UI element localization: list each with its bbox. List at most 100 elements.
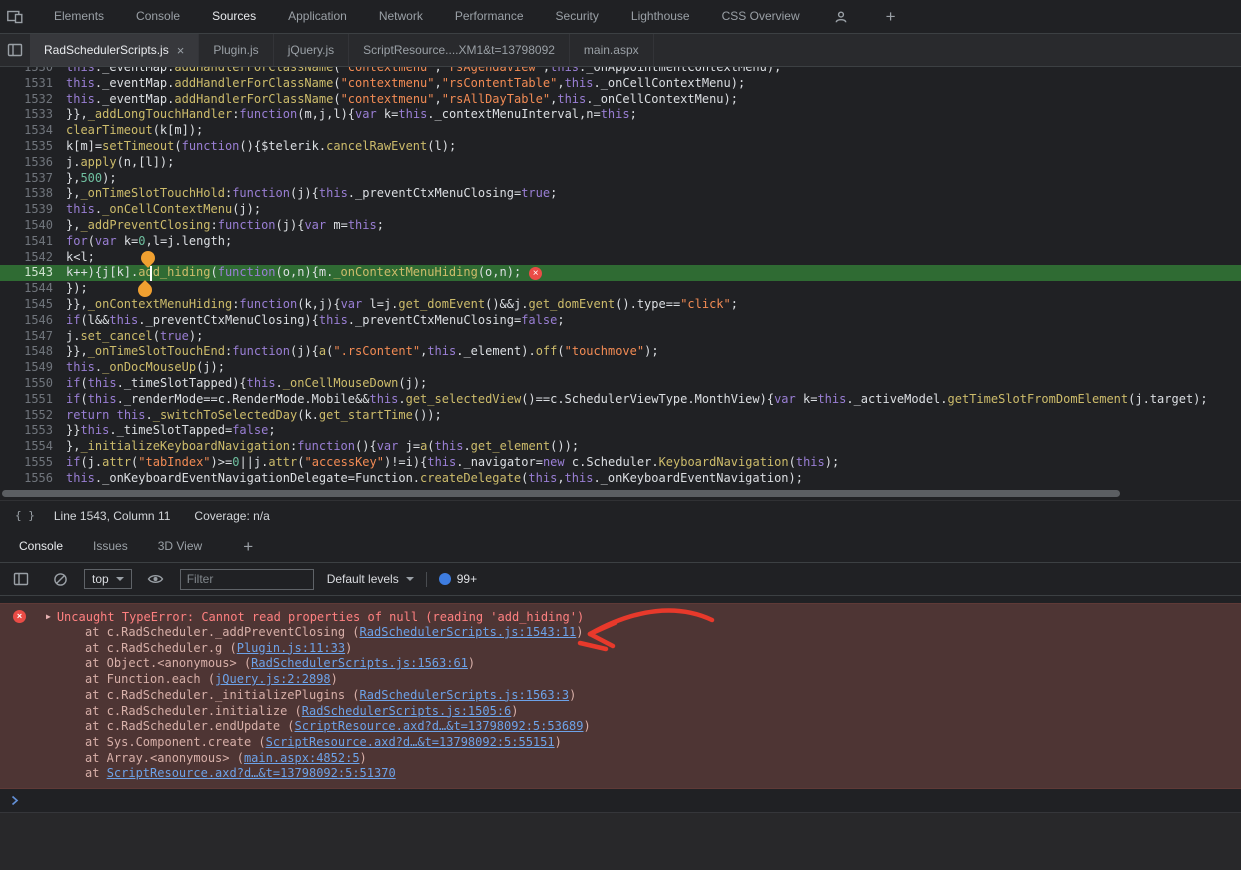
file-tab-scriptresource-xm1-t-13798092[interactable]: ScriptResource....XM1&t=13798092 <box>349 34 570 66</box>
file-tab-main-aspx[interactable]: main.aspx <box>570 34 654 66</box>
code-text[interactable]: this._onKeyboardEventNavigationDelegate=… <box>66 471 803 487</box>
console-prompt[interactable] <box>0 789 1241 813</box>
console-filter-input[interactable] <box>180 569 314 590</box>
line-number[interactable]: 1552 <box>0 408 66 424</box>
drawer-tab-issues[interactable]: Issues <box>78 530 143 562</box>
stack-link[interactable]: jQuery.js:2:2898 <box>215 672 331 686</box>
profile-button[interactable] <box>826 3 856 31</box>
drawer-tab-console[interactable]: Console <box>4 530 78 562</box>
line-number[interactable]: 1536 <box>0 155 66 171</box>
line-number[interactable]: 1553 <box>0 423 66 439</box>
code-text[interactable]: }); <box>66 281 88 297</box>
line-number[interactable]: 1538 <box>0 186 66 202</box>
tab-sources[interactable]: Sources <box>196 0 272 33</box>
line-number[interactable]: 1543 <box>0 265 66 281</box>
message-count-badge[interactable]: 99+ <box>439 572 477 586</box>
tab-performance[interactable]: Performance <box>439 0 540 33</box>
line-number[interactable]: 1541 <box>0 234 66 250</box>
tab-lighthouse[interactable]: Lighthouse <box>615 0 706 33</box>
code-text[interactable]: if(l&&this._preventCtxMenuClosing){this.… <box>66 313 565 329</box>
add-drawer-tab-icon[interactable]: + <box>235 538 261 555</box>
code-text[interactable]: this._eventMap.addHandlerForClassName("c… <box>66 67 781 76</box>
code-text[interactable]: },_addPreventClosing:function(j){var m=t… <box>66 218 384 234</box>
tab-network[interactable]: Network <box>363 0 439 33</box>
stack-link[interactable]: RadSchedulerScripts.js:1563:61 <box>251 656 468 670</box>
line-number[interactable]: 1547 <box>0 329 66 345</box>
stack-link[interactable]: RadSchedulerScripts.js:1563:3 <box>360 688 570 702</box>
line-number[interactable]: 1533 <box>0 107 66 123</box>
code-text[interactable]: },_onTimeSlotTouchHold:function(j){this.… <box>66 186 557 202</box>
code-text[interactable]: j.apply(n,[l]); <box>66 155 174 171</box>
tab-application[interactable]: Application <box>272 0 363 33</box>
clear-console-button[interactable] <box>45 565 75 593</box>
code-text[interactable]: k++){j[k].add_hiding(function(o,n){m._on… <box>66 265 521 281</box>
line-number[interactable]: 1551 <box>0 392 66 408</box>
stack-link[interactable]: main.aspx:4852:5 <box>244 751 360 765</box>
javascript-context-selector[interactable]: top <box>84 569 132 589</box>
stack-link[interactable]: RadSchedulerScripts.js:1505:6 <box>302 704 512 718</box>
line-number[interactable]: 1540 <box>0 218 66 234</box>
line-number[interactable]: 1546 <box>0 313 66 329</box>
line-number[interactable]: 1554 <box>0 439 66 455</box>
pretty-print-button[interactable]: { } <box>8 506 42 525</box>
log-levels-dropdown[interactable]: Default levels <box>327 572 414 586</box>
line-number[interactable]: 1555 <box>0 455 66 471</box>
code-text[interactable]: },_initializeKeyboardNavigation:function… <box>66 439 579 455</box>
stack-link[interactable]: RadSchedulerScripts.js:1543:11 <box>360 625 577 639</box>
line-number[interactable]: 1550 <box>0 376 66 392</box>
stack-link[interactable]: ScriptResource.axd?d…&t=13798092:5:55151 <box>266 735 555 749</box>
stack-link[interactable]: Plugin.js:11:33 <box>237 641 345 655</box>
code-text[interactable]: }},_onTimeSlotTouchEnd:function(j){a(".r… <box>66 344 659 360</box>
code-text[interactable]: }},_onContextMenuHiding:function(k,j){va… <box>66 297 738 313</box>
code-text[interactable]: return this._switchToSelectedDay(k.get_s… <box>66 408 442 424</box>
code-text[interactable]: if(j.attr("tabIndex")>=0||j.attr("access… <box>66 455 839 471</box>
file-tab-jquery-js[interactable]: jQuery.js <box>274 34 349 66</box>
code-text[interactable]: if(this._timeSlotTapped){this._onCellMou… <box>66 376 427 392</box>
console-sidebar-toggle-button[interactable] <box>6 565 36 593</box>
line-number[interactable]: 1530 <box>0 67 66 76</box>
drawer-tab-3d-view[interactable]: 3D View <box>143 530 217 562</box>
horizontal-scrollbar-thumb[interactable] <box>2 490 1120 497</box>
stack-frame: at c.RadScheduler.initialize (RadSchedul… <box>0 704 1241 720</box>
line-number[interactable]: 1542 <box>0 250 66 266</box>
code-text[interactable]: }},_addLongTouchHandler:function(m,j,l){… <box>66 107 637 123</box>
line-number[interactable]: 1544 <box>0 281 66 297</box>
stack-link[interactable]: ScriptResource.axd?d…&t=13798092:5:51370 <box>107 766 396 780</box>
tab-security[interactable]: Security <box>540 0 615 33</box>
code-text[interactable]: k[m]=setTimeout(function(){$telerik.canc… <box>66 139 456 155</box>
stack-link[interactable]: ScriptResource.axd?d…&t=13798092:5:53689 <box>295 719 584 733</box>
add-panel-icon[interactable]: + <box>878 8 904 25</box>
code-text[interactable]: this._onDocMouseUp(j); <box>66 360 225 376</box>
tab-css-overview[interactable]: CSS Overview <box>706 0 816 33</box>
file-tab-plugin-js[interactable]: Plugin.js <box>199 34 273 66</box>
line-number[interactable]: 1549 <box>0 360 66 376</box>
code-text[interactable]: }}this._timeSlotTapped=false; <box>66 423 276 439</box>
live-expression-button[interactable] <box>141 565 171 593</box>
code-text[interactable]: this._eventMap.addHandlerForClassName("c… <box>66 76 745 92</box>
tab-console[interactable]: Console <box>120 0 196 33</box>
line-number[interactable]: 1556 <box>0 471 66 487</box>
line-number[interactable]: 1548 <box>0 344 66 360</box>
code-text[interactable]: j.set_cancel(true); <box>66 329 203 345</box>
code-text[interactable]: clearTimeout(k[m]); <box>66 123 203 139</box>
code-text[interactable]: this._onCellContextMenu(j); <box>66 202 261 218</box>
tab-elements[interactable]: Elements <box>38 0 120 33</box>
code-text[interactable]: for(var k=0,l=j.length; <box>66 234 232 250</box>
device-toolbar-button[interactable] <box>0 3 30 31</box>
line-number[interactable]: 1545 <box>0 297 66 313</box>
line-number[interactable]: 1532 <box>0 92 66 108</box>
code-text[interactable]: },500); <box>66 171 117 187</box>
line-number[interactable]: 1539 <box>0 202 66 218</box>
code-text[interactable]: if(this._renderMode==c.RenderMode.Mobile… <box>66 392 1208 408</box>
code-text[interactable]: this._eventMap.addHandlerForClassName("c… <box>66 92 738 108</box>
navigator-toggle-button[interactable] <box>0 34 30 66</box>
disclosure-triangle-icon[interactable]: ▶ <box>46 612 51 621</box>
source-editor[interactable]: 1530this._eventMap.addHandlerForClassNam… <box>0 67 1241 500</box>
line-number[interactable]: 1531 <box>0 76 66 92</box>
line-number[interactable]: 1534 <box>0 123 66 139</box>
code-text[interactable]: k<l; <box>66 250 95 266</box>
line-number[interactable]: 1535 <box>0 139 66 155</box>
close-icon[interactable]: × <box>177 44 185 57</box>
line-number[interactable]: 1537 <box>0 171 66 187</box>
file-tab-radschedulerscripts-js[interactable]: RadSchedulerScripts.js× <box>30 34 199 66</box>
